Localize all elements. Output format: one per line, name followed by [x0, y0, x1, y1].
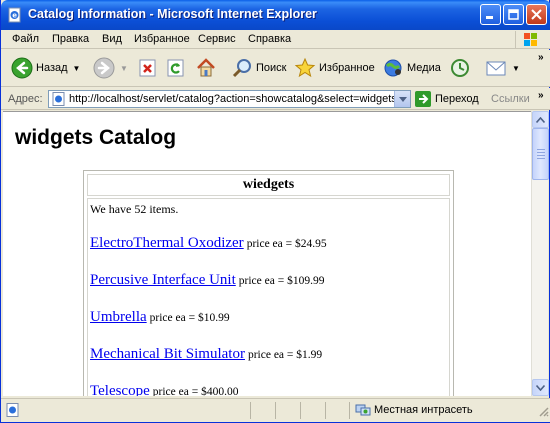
security-zone[interactable]: Местная интрасеть: [355, 403, 473, 417]
zone-label: Местная интрасеть: [374, 404, 473, 416]
forward-arrow-icon: [93, 57, 115, 79]
refresh-icon: [167, 59, 184, 77]
stop-button[interactable]: [138, 54, 158, 82]
history-button[interactable]: [449, 54, 471, 82]
minimize-button[interactable]: [480, 4, 501, 25]
refresh-button[interactable]: [166, 54, 186, 82]
product-price: price ea = $24.95: [246, 238, 327, 250]
back-arrow-icon: [11, 57, 33, 79]
catalog-table-header: wiedgets: [87, 174, 450, 196]
links-chevron-icon[interactable]: »: [538, 90, 544, 101]
catalog-table: wiedgets We have 52 items. ElectroTherma…: [83, 170, 454, 396]
ie-page-icon: e: [7, 7, 23, 23]
back-button[interactable]: Назад ▼: [11, 54, 80, 82]
media-button[interactable]: Медиа: [382, 54, 441, 82]
resize-grip-icon[interactable]: [537, 405, 549, 420]
address-input[interactable]: http://localhost/servlet/catalog?action=…: [48, 90, 411, 108]
forward-button[interactable]: ▼: [93, 54, 128, 82]
standard-toolbar: Назад ▼ ▼ Поиск Избранное Медиа ▼ »: [1, 50, 550, 87]
mail-button[interactable]: ▼: [485, 54, 520, 82]
intranet-zone-icon: [355, 404, 371, 416]
product-link[interactable]: Umbrella: [90, 309, 147, 325]
mail-dropdown-icon[interactable]: ▼: [512, 64, 520, 73]
home-icon: [197, 58, 215, 77]
menu-bar: Файл Правка Вид Избранное Сервис Справка: [1, 30, 550, 49]
list-item: Percusive Interface Unit price ea = $109.…: [90, 272, 324, 289]
media-label: Медиа: [407, 62, 441, 74]
go-label: Переход: [435, 93, 479, 105]
home-button[interactable]: [195, 54, 217, 82]
list-item: Mechanical Bit Simulator price ea = $1.99: [90, 346, 322, 363]
toolbar-chevron-icon[interactable]: »: [538, 52, 544, 63]
address-url: http://localhost/servlet/catalog?action=…: [69, 93, 397, 105]
favorites-button[interactable]: Избранное: [294, 54, 375, 82]
links-button[interactable]: Ссылки: [491, 93, 530, 105]
address-dropdown-icon[interactable]: [394, 91, 410, 107]
title-bar[interactable]: e Catalog Information - Microsoft Intern…: [1, 0, 550, 30]
history-icon: [451, 59, 469, 77]
windows-logo-icon: [515, 31, 545, 48]
stop-icon: [139, 59, 156, 77]
menu-file[interactable]: Файл: [12, 33, 39, 45]
window-title: Catalog Information - Microsoft Internet…: [28, 7, 317, 21]
product-link[interactable]: ElectroThermal Oxodizer: [90, 235, 244, 251]
scroll-down-button[interactable]: [532, 379, 549, 396]
vertical-scrollbar[interactable]: [531, 111, 549, 396]
chevron-down-icon: [536, 384, 545, 391]
list-item: Umbrella price ea = $10.99: [90, 309, 230, 326]
maximize-button[interactable]: [503, 4, 524, 25]
back-dropdown-icon[interactable]: ▼: [73, 64, 81, 73]
scroll-thumb[interactable]: [532, 128, 549, 180]
menu-edit[interactable]: Правка: [52, 33, 89, 45]
product-price: price ea = $10.99: [149, 312, 230, 324]
catalog-table-body: We have 52 items. ElectroThermal Oxodize…: [87, 198, 450, 396]
chevron-up-icon: [536, 116, 545, 123]
favorites-label: Избранное: [319, 62, 375, 74]
forward-dropdown-icon[interactable]: ▼: [120, 64, 128, 73]
list-item: ElectroThermal Oxodizer price ea = $24.95: [90, 235, 327, 252]
search-button[interactable]: Поиск: [231, 54, 286, 82]
menu-tools[interactable]: Сервис: [198, 33, 236, 45]
search-label: Поиск: [256, 62, 287, 74]
product-link[interactable]: Mechanical Bit Simulator: [90, 346, 245, 362]
go-button[interactable]: Переход: [415, 91, 479, 107]
page-icon: [52, 92, 66, 109]
media-globe-icon: [384, 59, 402, 77]
page-heading: widgets Catalog: [15, 126, 177, 149]
mail-icon: [486, 61, 506, 76]
back-label: Назад: [36, 62, 68, 74]
product-price: price ea = $400.00: [152, 386, 239, 396]
browser-window: e Catalog Information - Microsoft Intern…: [0, 0, 550, 423]
svg-text:e: e: [12, 12, 17, 20]
product-link[interactable]: Percusive Interface Unit: [90, 272, 236, 288]
scroll-up-button[interactable]: [532, 111, 549, 128]
product-price: price ea = $109.99: [238, 275, 325, 287]
search-icon: [232, 59, 251, 78]
address-label: Адрес:: [8, 93, 43, 105]
status-bar: Местная интрасеть: [1, 398, 550, 422]
product-price: price ea = $1.99: [247, 349, 323, 361]
product-link[interactable]: Telescope: [90, 383, 150, 396]
close-button[interactable]: [526, 4, 547, 25]
address-bar: Адрес: http://localhost/servlet/catalog?…: [1, 88, 550, 110]
list-item: Telescope price ea = $400.00: [90, 383, 238, 396]
page-viewport: widgets Catalog wiedgets We have 52 item…: [3, 111, 531, 396]
star-icon: [294, 57, 316, 78]
menu-favorites[interactable]: Избранное: [134, 33, 190, 45]
menu-view[interactable]: Вид: [102, 33, 122, 45]
item-count-text: We have 52 items.: [90, 202, 179, 216]
menu-help[interactable]: Справка: [248, 33, 291, 45]
go-arrow-icon: [415, 91, 431, 107]
page-status-icon: [6, 403, 20, 420]
